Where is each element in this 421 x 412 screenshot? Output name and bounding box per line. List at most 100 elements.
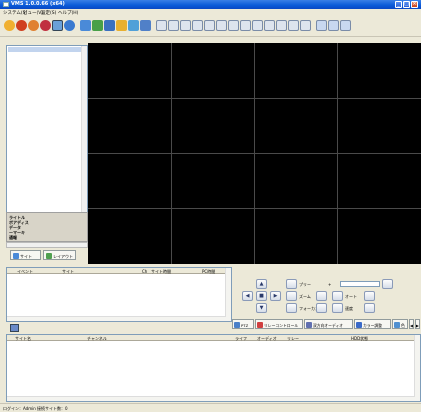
col-channel[interactable]: チャンネル	[87, 336, 107, 342]
camera-list-vscroll[interactable]	[414, 335, 420, 401]
layout-13-icon[interactable]	[228, 20, 239, 31]
layout-4-icon[interactable]	[168, 20, 179, 31]
close-button[interactable]: ×	[411, 1, 418, 8]
tab-relay-control[interactable]: リレーコントロール	[255, 319, 303, 329]
fullscreen-icon[interactable]	[316, 20, 327, 31]
tab-scroll-left[interactable]: ◀	[409, 319, 414, 329]
record-icon[interactable]	[16, 20, 27, 31]
focus-out-icon[interactable]	[316, 303, 327, 313]
log-icon[interactable]	[104, 20, 115, 31]
layout-1-icon[interactable]	[156, 20, 167, 31]
event-list-hscroll[interactable]	[7, 316, 226, 321]
ptz-home-button[interactable]: ■	[256, 291, 267, 301]
tab-ptz[interactable]: PTZ	[232, 319, 254, 329]
layout-16-icon[interactable]	[240, 20, 251, 31]
zoom-in-icon[interactable]	[286, 291, 297, 301]
status-legend: ライトル ボアディス データ ーマーキ 通報	[6, 212, 88, 242]
layout-icon[interactable]	[140, 20, 151, 31]
minimize-button[interactable]: _	[395, 1, 402, 8]
config-icon[interactable]	[92, 20, 103, 31]
col-hdd-status[interactable]: HDD状態	[351, 336, 368, 342]
backup-icon[interactable]	[128, 20, 139, 31]
tab-two-way-audio[interactable]: 双方向オーディオ	[304, 319, 353, 329]
tab-extra-label: 色	[401, 323, 405, 328]
tab-scroll-right[interactable]: ▶	[415, 319, 420, 329]
system-icon[interactable]	[4, 20, 15, 31]
layout-9-icon[interactable]	[204, 20, 215, 31]
ptz-right-button[interactable]: ▶	[270, 291, 281, 301]
preset-field[interactable]	[340, 281, 380, 287]
ptz-up-button[interactable]: ▲	[256, 279, 267, 289]
site-icon	[13, 253, 19, 259]
camera-icon[interactable]	[28, 20, 39, 31]
ptz-left-button[interactable]: ◀	[242, 291, 253, 301]
col-site[interactable]: サイト	[62, 269, 74, 275]
zoom-label: ズーム	[299, 294, 311, 299]
ptz-panel: ▲ ◀ ■ ▶ ▼ プリー + ズーム オート フォーカス 速度	[232, 267, 421, 319]
network-icon[interactable]	[64, 20, 75, 31]
tab-relay-label: リレーコントロール	[264, 323, 299, 328]
ptz-icon	[234, 322, 240, 328]
col-ch[interactable]: Ch	[142, 269, 147, 274]
preset-icon[interactable]	[286, 279, 297, 289]
tree-selected-row[interactable]	[8, 47, 86, 52]
tab-site[interactable]: サイト	[10, 250, 41, 260]
app-icon	[3, 2, 9, 7]
device-icon[interactable]	[116, 20, 127, 31]
camera-list-header: サイト名 チャンネル ライフ オーディオ リレー HDD状態	[7, 335, 415, 341]
col-site-time[interactable]: サイト時間	[151, 269, 171, 275]
extra-icon	[394, 322, 400, 328]
grid-divider	[88, 153, 421, 154]
preset-go-button[interactable]	[382, 279, 393, 289]
tree-horizontal-scrollbar[interactable]	[6, 242, 88, 248]
layout-10-icon[interactable]	[216, 20, 227, 31]
settings-icon[interactable]	[340, 20, 351, 31]
camera-list[interactable]: サイト名 チャンネル ライフ オーディオ リレー HDD状態	[6, 334, 421, 402]
tab-layout[interactable]: レイアウト	[43, 250, 76, 260]
user-icon[interactable]	[80, 20, 91, 31]
preset-label: プリー	[299, 282, 311, 287]
tab-color-adjust[interactable]: カラー調整	[354, 319, 391, 329]
layout-8-icon[interactable]	[192, 20, 203, 31]
col-relay[interactable]: リレー	[287, 336, 299, 342]
menu-bar: システム(S) ビュー(V) 設定(S) ヘルプ(H)	[0, 9, 421, 16]
col-site-name[interactable]: サイト名	[15, 336, 31, 342]
camera-list-hscroll[interactable]	[7, 396, 415, 401]
col-pc-time[interactable]: PC時間	[202, 269, 215, 275]
layout-tab-icon	[46, 253, 52, 259]
sequence-icon[interactable]	[300, 20, 311, 31]
site-tree[interactable]	[6, 45, 88, 213]
event-list-vscroll[interactable]	[225, 268, 231, 321]
tab-ptz-label: PTZ	[241, 323, 249, 328]
capture-icon[interactable]	[328, 20, 339, 31]
auto-go-button[interactable]	[364, 291, 375, 301]
tab-layout-label: レイアウト	[53, 254, 73, 259]
video-grid[interactable]	[88, 43, 421, 264]
event-list-header: イベント サイト Ch サイト時間 PC時間	[7, 268, 226, 274]
col-event[interactable]: イベント	[17, 269, 33, 275]
auto-icon[interactable]	[332, 291, 343, 301]
layout-20-icon[interactable]	[252, 20, 263, 31]
col-audio[interactable]: オーディオ	[257, 336, 277, 342]
tree-scrollbar[interactable]	[81, 46, 87, 212]
event-list[interactable]: イベント サイト Ch サイト時間 PC時間	[6, 267, 232, 322]
audio-icon	[306, 322, 312, 328]
col-life[interactable]: ライフ	[235, 336, 247, 342]
layout-25-icon[interactable]	[264, 20, 275, 31]
layout-6-icon[interactable]	[180, 20, 191, 31]
tab-extra[interactable]: 色	[392, 319, 408, 329]
layout-64-icon[interactable]	[288, 20, 299, 31]
zoom-out-icon[interactable]	[316, 291, 327, 301]
maximize-button[interactable]: □	[403, 1, 410, 8]
toolbar	[0, 16, 421, 37]
layout-36-icon[interactable]	[276, 20, 287, 31]
speed-icon[interactable]	[332, 303, 343, 313]
ptz-down-button[interactable]: ▼	[256, 303, 267, 313]
focus-icon[interactable]	[286, 303, 297, 313]
search-icon[interactable]	[52, 20, 63, 31]
event-clear-icon[interactable]	[10, 324, 19, 332]
speed-label: 速度	[345, 306, 353, 311]
speed-go-button[interactable]	[364, 303, 375, 313]
grid-divider	[88, 98, 421, 99]
alarm-icon[interactable]	[40, 20, 51, 31]
